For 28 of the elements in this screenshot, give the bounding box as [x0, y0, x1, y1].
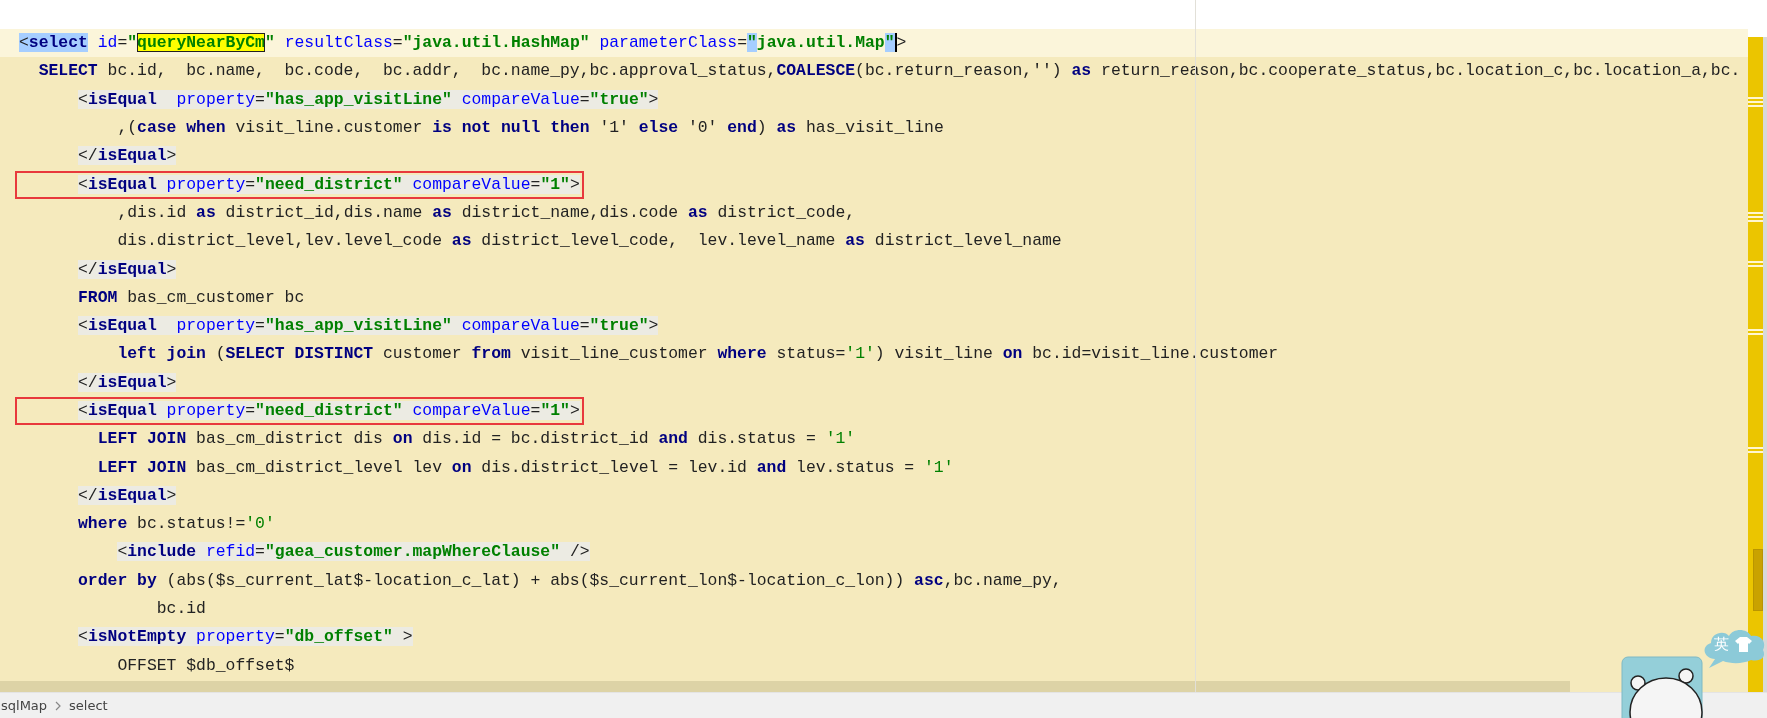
code-line: <select id="queryNearByCm" resultClass="java.util.HashMap" parameterClass="java.util.Map"> — [18, 32, 908, 55]
code-line: order by (abs($s_current_lat$-location_c_lat) + abs($s_current_lon$-location_c_lon)) asc,bc.name_py, — [77, 569, 1063, 592]
code-line: </isEqual> — [77, 484, 178, 507]
code-line: SELECT bc.id, bc.name, bc.code, bc.addr, bc.name_py,bc.approval_status,COALESCE(bc.return_reason,'') as return_reason,bc.cooperate_status,bc.location_c,bc.location_a,bc. — [37, 60, 1742, 83]
chevron-icon — [55, 700, 62, 711]
code-line: <isEqual property="has_app_visitLine" compareValue="true"> — [77, 88, 660, 111]
code-line: <isNotEmpty property="db_offset" > — [77, 626, 414, 649]
code-line: ,dis.id as district_id,dis.name as district_name,dis.code as district_code, — [116, 201, 857, 224]
scrollbar-marker-strip[interactable] — [1748, 37, 1767, 692]
code-line: FROM bas_cm_customer bc — [77, 286, 306, 309]
code-line: LEFT JOIN bas_cm_district dis on dis.id = bc.district_id and dis.status = '1' — [96, 428, 857, 451]
code-line: ,(case when visit_line.customer is not null then '1' else '0' end) as has_visit_line — [116, 117, 945, 140]
code-line: </isEqual> — [77, 258, 178, 281]
shirt-icon[interactable] — [1735, 637, 1752, 652]
code-line: where bc.status!='0' — [77, 513, 276, 536]
breadcrumb-item[interactable]: select — [69, 698, 108, 713]
mascot-drawing[interactable] — [1621, 656, 1703, 718]
breadcrumb-item[interactable]: sqlMap — [1, 698, 48, 713]
code-line: OFFSET $db_offset$ — [116, 654, 296, 677]
code-line: left join (SELECT DISTINCT customer from visit_line_customer where status='1') visit_line on bc.id=visit_line.customer — [116, 343, 1280, 366]
code-line: bc.id — [155, 598, 207, 621]
code-line: <include refid="gaea_customer.mapWhereClause" /> — [116, 541, 591, 564]
code-line: </isEqual> — [77, 145, 178, 168]
horizontal-scrollbar-thumb[interactable] — [0, 681, 1570, 692]
code-line: dis.district_level,lev.level_code as district_level_code, lev.level_name as district_level_name — [116, 230, 1063, 253]
code-line: LEFT JOIN bas_cm_district_level lev on dis.district_level = lev.id and lev.status = '1' — [96, 456, 955, 479]
code-line: </isEqual> — [77, 371, 178, 394]
code-line: <isEqual property="has_app_visitLine" compareValue="true"> — [77, 315, 660, 338]
